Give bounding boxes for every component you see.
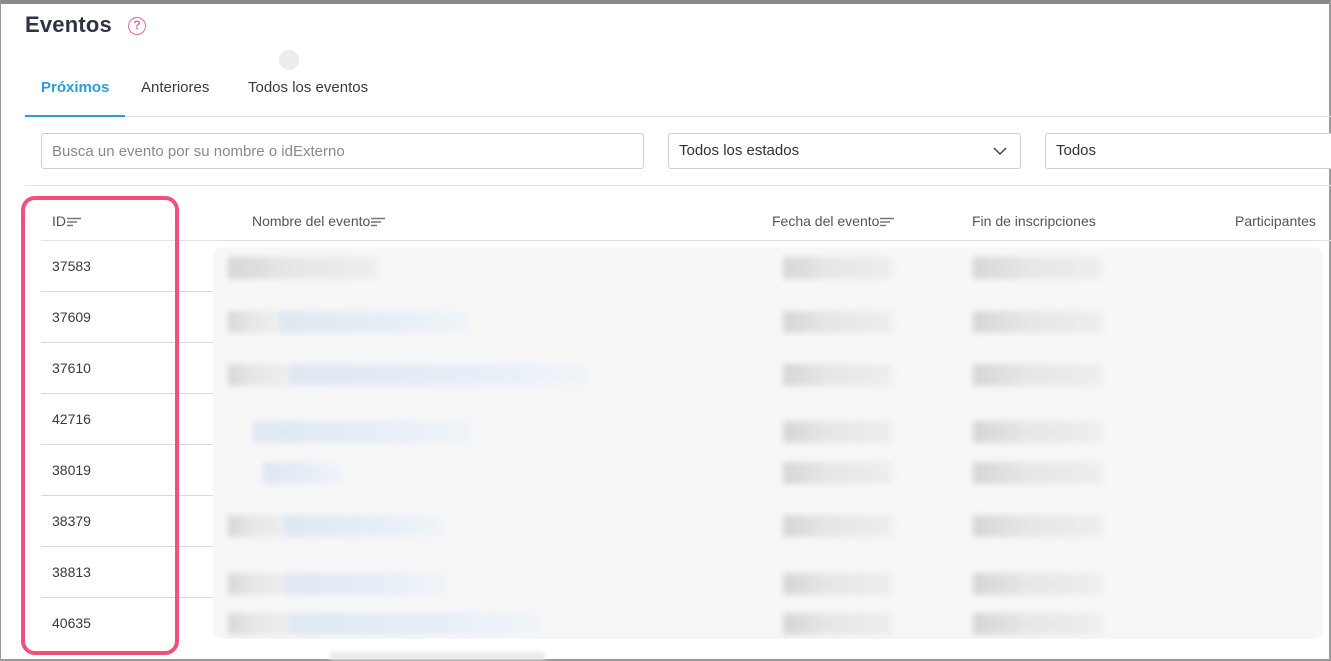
status-select-value: Todos los estados [679,142,800,159]
column-label: Fecha del evento [772,213,880,229]
column-header-participantes: Participantes [1235,213,1316,229]
blurred-row [213,573,1323,595]
column-label: ID [52,213,66,229]
column-header-fecha[interactable]: Fecha del evento [772,213,895,229]
help-circle-icon[interactable]: ? [128,17,146,35]
table-row-id[interactable]: 40635 [41,598,213,649]
status-select[interactable]: Todos los estados [668,133,1021,169]
search-input[interactable] [41,133,644,169]
column-header-nombre[interactable]: Nombre del evento [252,213,386,229]
column-header-fin-inscripciones: Fin de inscripciones [972,213,1096,229]
table-row-id[interactable]: 38019 [41,445,213,496]
table-row-id[interactable]: 37609 [41,292,213,343]
tab-todos-los-eventos[interactable]: Todos los eventos [248,70,368,117]
tab-proximos[interactable]: Próximos [25,70,126,117]
loading-indicator [279,50,299,70]
tab-anteriores[interactable]: Anteriores [141,70,209,117]
table-row-id[interactable]: 37610 [41,343,213,394]
blurred-row [213,311,1323,333]
type-select-value: Todos [1056,142,1097,159]
sort-icon [67,218,81,227]
table-row-id[interactable]: 38813 [41,547,213,598]
filters-bar: Todos los estados Todos [25,117,1331,186]
blurred-footer-text [330,652,545,660]
page-title: Eventos [25,12,112,37]
sort-icon [880,218,895,227]
id-column: 37583 37609 37610 42716 38019 38379 3881… [41,241,213,649]
table-row-id[interactable]: 37583 [41,241,213,292]
blurred-row [213,462,1323,484]
table-row-id[interactable]: 42716 [41,394,213,445]
blurred-table-content [213,247,1323,639]
blurred-row [213,421,1323,443]
blurred-row [213,364,1323,386]
sort-icon [371,218,386,227]
blurred-row [213,257,1323,279]
column-header-id[interactable]: ID [52,213,81,229]
blurred-row [213,515,1323,537]
blurred-row [213,613,1323,635]
table-row-id[interactable]: 38379 [41,496,213,547]
type-select[interactable]: Todos [1045,133,1331,169]
tabs-bar: Próximos Anteriores Todos los eventos [25,70,1331,117]
chevron-down-icon [993,147,1007,156]
column-label: Nombre del evento [252,213,371,229]
table-header: ID Nombre del evento Fecha del evento Fi… [41,202,1331,241]
